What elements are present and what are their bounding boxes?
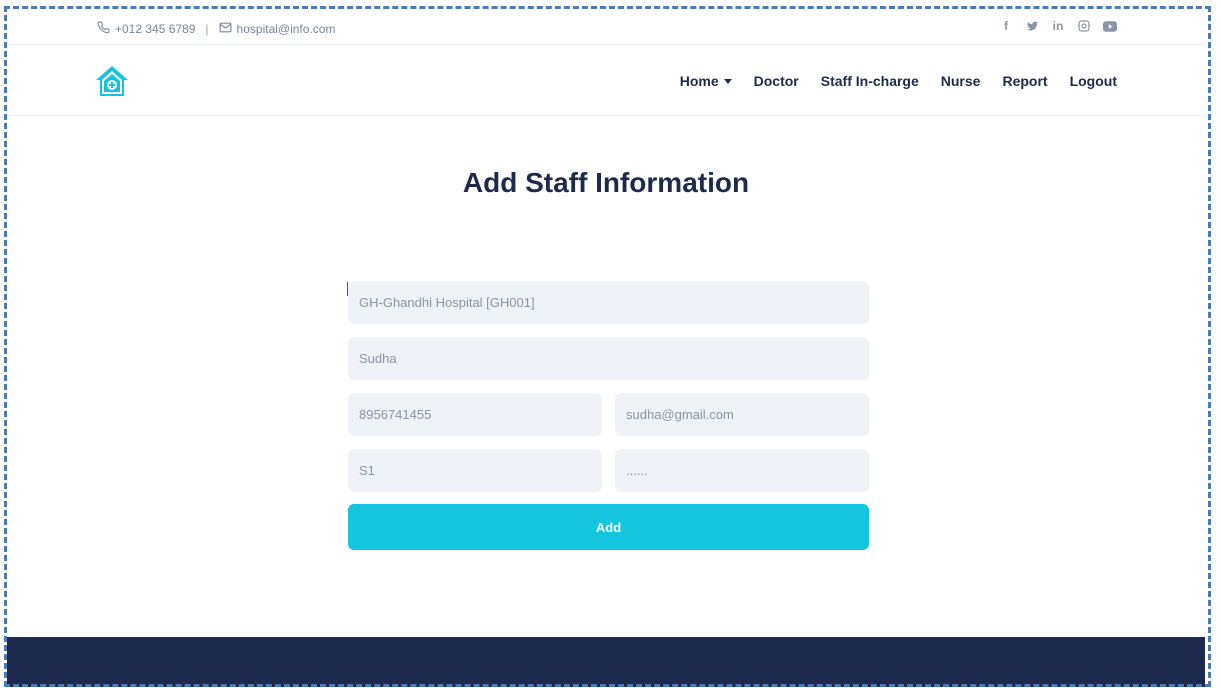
envelope-icon	[219, 21, 237, 37]
hospital-house-icon[interactable]	[95, 65, 129, 97]
social-links: f in	[999, 19, 1117, 33]
page-title: Add Staff Information	[462, 167, 750, 198]
nav-item-report[interactable]: Report	[1002, 73, 1047, 89]
linkedin-icon[interactable]: in	[1051, 19, 1065, 33]
contact-separator: |	[205, 22, 209, 36]
page-footer	[7, 637, 1205, 687]
phone-number: +012 345 6789	[115, 22, 196, 36]
staff-name-field[interactable]	[348, 337, 869, 380]
nav-item-staff-in-charge[interactable]: Staff In-charge	[821, 73, 919, 89]
hospital-select-field[interactable]	[348, 281, 869, 324]
email-field[interactable]	[615, 393, 869, 436]
phone-field[interactable]	[348, 393, 602, 436]
nav-menu: Home Doctor Staff In-charge Nurse Report…	[658, 73, 1117, 89]
phone-icon	[97, 21, 115, 37]
nav-home-label: Home	[679, 73, 719, 89]
top-contact-bar: +012 345 6789 | hospital@info.com f in	[7, 9, 1205, 45]
main-navbar: Home Doctor Staff In-charge Nurse Report…	[7, 45, 1205, 116]
caret-down-icon	[723, 78, 732, 84]
youtube-icon[interactable]	[1103, 19, 1117, 33]
instagram-icon[interactable]	[1077, 19, 1091, 33]
nav-item-home[interactable]: Home	[680, 73, 732, 89]
twitter-icon[interactable]	[1025, 19, 1039, 33]
email-address: hospital@info.com	[236, 22, 336, 36]
staff-id-field[interactable]	[348, 449, 602, 492]
password-field[interactable]	[615, 449, 869, 492]
facebook-icon[interactable]: f	[999, 19, 1013, 33]
nav-item-nurse[interactable]: Nurse	[941, 73, 981, 89]
browser-viewport: +012 345 6789 | hospital@info.com f in H…	[7, 9, 1205, 687]
contact-info: +012 345 6789 | hospital@info.com	[97, 21, 335, 37]
nav-item-doctor[interactable]: Doctor	[754, 73, 799, 89]
add-button[interactable]: Add	[348, 504, 869, 550]
nav-item-logout[interactable]: Logout	[1070, 73, 1117, 89]
